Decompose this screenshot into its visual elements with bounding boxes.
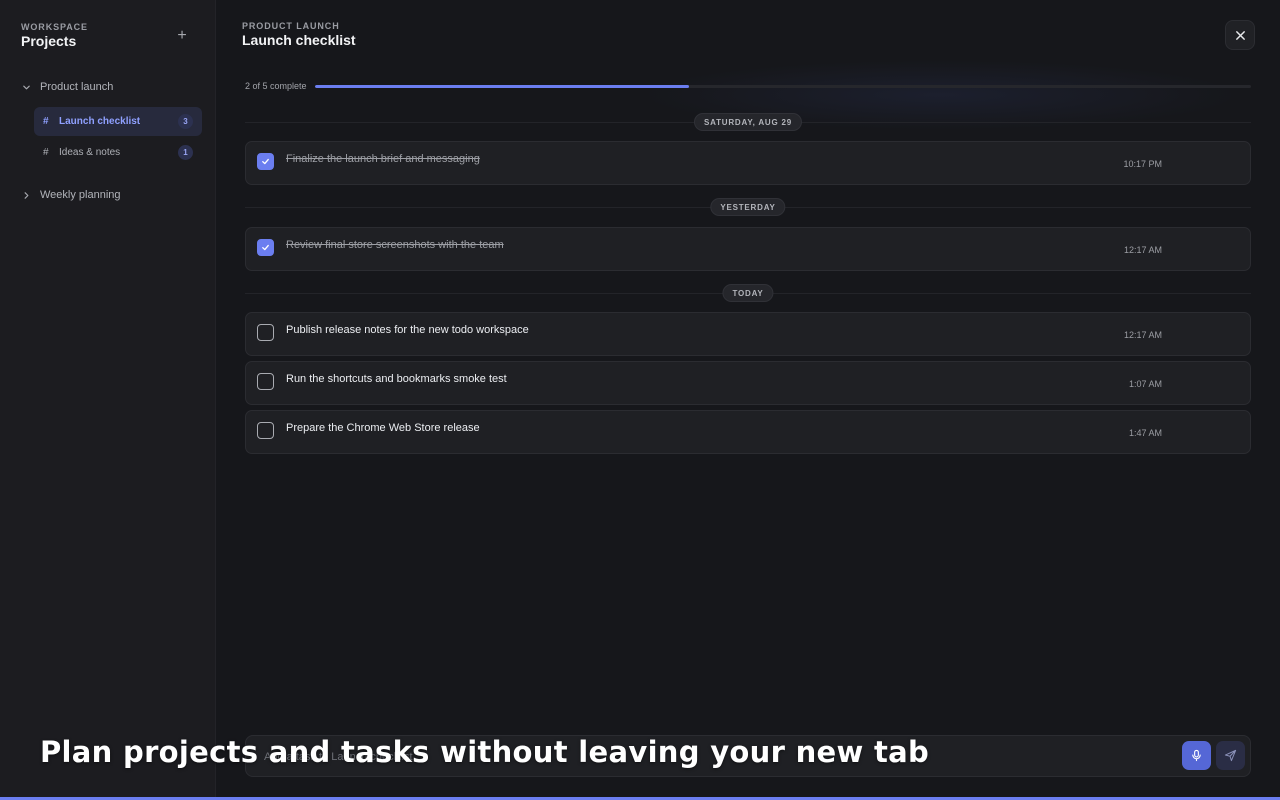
task-item[interactable]: Review final store screenshots with the …: [245, 227, 1251, 271]
sidebar-group-weekly-planning[interactable]: Weekly planning: [22, 185, 121, 205]
check-icon: [262, 244, 269, 251]
task-checkbox[interactable]: [257, 239, 274, 256]
task-text: Review final store screenshots with the …: [286, 239, 504, 251]
task-item[interactable]: Publish release notes for the new todo w…: [245, 312, 1251, 356]
task-time: 1:07 AM: [1128, 379, 1162, 389]
date-separator: YESTERDAY: [710, 198, 786, 216]
count-badge: 1: [178, 145, 193, 160]
progress-bar: [315, 85, 1251, 88]
chevron-down-icon: [22, 83, 31, 92]
workspace-label: WORKSPACE: [21, 22, 88, 32]
date-separator: TODAY: [722, 284, 774, 302]
sidebar-item-launch-checklist[interactable]: # Launch checklist 3: [34, 107, 202, 136]
sidebar-item-ideas-notes[interactable]: # Ideas & notes 1: [34, 138, 202, 167]
check-icon: [262, 158, 269, 165]
task-time: 10:17 PM: [1123, 159, 1162, 169]
task-time: 12:17 AM: [1123, 245, 1162, 255]
task-checkbox[interactable]: [257, 324, 274, 341]
task-text: Publish release notes for the new todo w…: [286, 324, 529, 336]
close-icon: [1235, 30, 1245, 40]
task-text: Run the shortcuts and bookmarks smoke te…: [286, 373, 507, 385]
promo-caption: Plan projects and tasks without leaving …: [40, 735, 930, 769]
task-checkbox[interactable]: [257, 153, 274, 170]
sidebar-item-label: Launch checklist: [59, 116, 141, 127]
task-checkbox[interactable]: [257, 373, 274, 390]
progress-fill: [315, 85, 690, 88]
task-checkbox[interactable]: [257, 422, 274, 439]
task-item[interactable]: Prepare the Chrome Web Store release 1:4…: [245, 410, 1251, 454]
task-text: Prepare the Chrome Web Store release: [286, 422, 480, 434]
page-title: Launch checklist: [242, 32, 356, 48]
sidebar-group-label: Product launch: [40, 81, 114, 93]
voice-input-button[interactable]: [1182, 741, 1211, 770]
sidebar-group-product-launch[interactable]: Product launch: [22, 77, 113, 97]
send-button[interactable]: [1216, 741, 1245, 770]
task-time: 12:17 AM: [1123, 330, 1162, 340]
breadcrumb: PRODUCT LAUNCH: [242, 21, 340, 31]
progress-label: 2 of 5 complete: [245, 81, 307, 91]
count-badge: 3: [178, 114, 193, 129]
sidebar: WORKSPACE Projects + Product launch # La…: [0, 0, 216, 797]
send-icon: [1224, 749, 1237, 762]
hash-icon: #: [43, 147, 49, 158]
microphone-icon: [1192, 749, 1201, 762]
close-button[interactable]: [1225, 20, 1255, 50]
date-separator: SATURDAY, AUG 29: [693, 113, 803, 131]
sidebar-group-label: Weekly planning: [40, 189, 121, 201]
task-text: Finalize the launch brief and messaging: [286, 153, 480, 165]
task-item[interactable]: Run the shortcuts and bookmarks smoke te…: [245, 361, 1251, 405]
sidebar-item-label: Ideas & notes: [59, 147, 121, 158]
sidebar-title: Projects: [21, 33, 77, 49]
add-project-button[interactable]: +: [172, 26, 192, 46]
task-item[interactable]: Finalize the launch brief and messaging …: [245, 141, 1251, 185]
hash-icon: #: [43, 116, 49, 127]
chevron-right-icon: [22, 191, 31, 200]
task-time: 1:47 AM: [1128, 428, 1162, 438]
